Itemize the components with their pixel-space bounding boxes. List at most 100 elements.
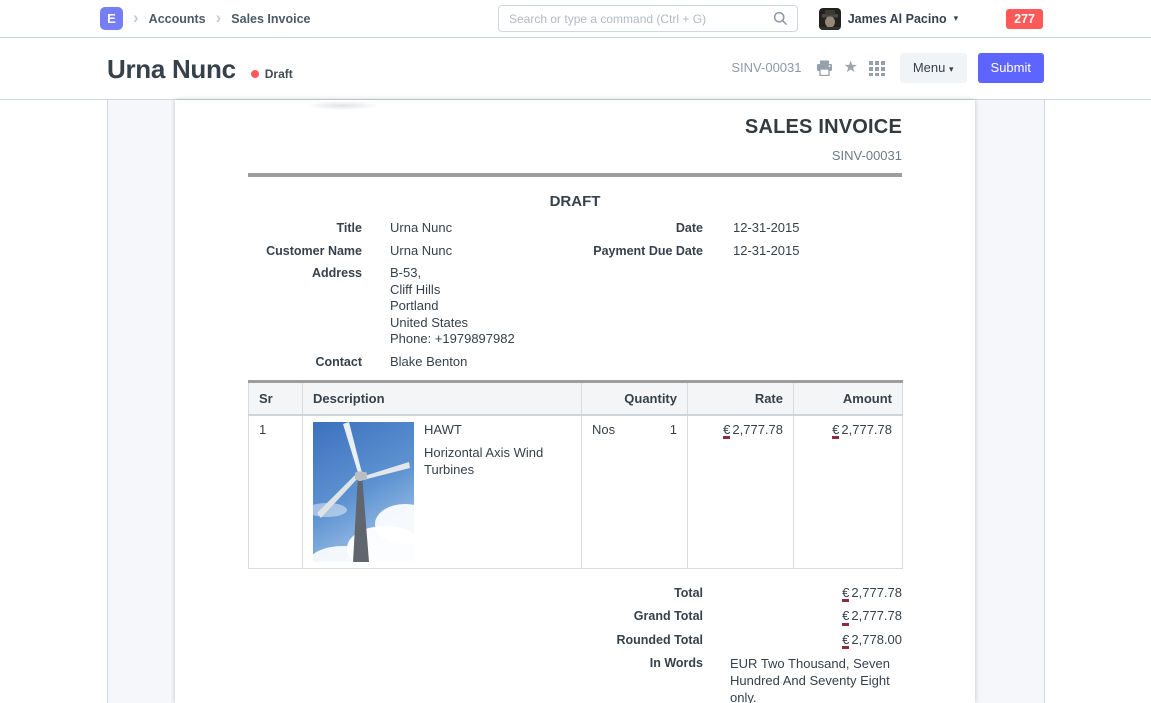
grid-icon[interactable]: [869, 60, 885, 76]
chevron-down-icon: ▾: [949, 64, 954, 74]
cell-quantity: Nos 1: [582, 415, 688, 569]
search-input[interactable]: [499, 12, 773, 26]
field-value: Urna Nunc: [390, 243, 452, 260]
print-icon[interactable]: [816, 60, 833, 76]
currency-symbol: €: [842, 586, 849, 602]
in-words-row: In Words EUR Two Thousand, Seven Hundred…: [248, 655, 902, 703]
main-content: SALES INVOICE SINV-00031 DRAFT Title Urn…: [0, 100, 1151, 703]
page-head: Urna Nunc Draft SINV-00031 ★ Menu ▾ Subm…: [0, 38, 1151, 100]
breadcrumb: E › Accounts › Sales Invoice: [100, 0, 311, 37]
items-table: Sr Description Quantity Rate Amount 1: [248, 380, 903, 569]
field-title: Title Urna Nunc: [248, 220, 575, 237]
notifications-badge[interactable]: 277: [1006, 9, 1043, 29]
invoice-heading: SALES INVOICE: [248, 116, 902, 139]
invoice-number: SINV-00031: [248, 148, 902, 163]
cell-rate: €2,777.78: [688, 415, 794, 569]
field-payment-due-date: Payment Due Date 12-31-2015: [575, 243, 902, 260]
doc-id: SINV-00031: [731, 60, 801, 75]
search-icon[interactable]: [773, 11, 788, 26]
invoice-details: Title Urna Nunc Customer Name Urna Nunc …: [248, 220, 902, 376]
section-divider: [248, 173, 902, 177]
currency-symbol: €: [842, 609, 849, 625]
total-label: In Words: [248, 655, 703, 703]
details-left-column: Title Urna Nunc Customer Name Urna Nunc …: [248, 220, 575, 376]
item-rate: 2,777.78: [732, 422, 783, 437]
total-label: Total: [248, 585, 703, 602]
currency-symbol: €: [832, 423, 839, 439]
total-label: Grand Total: [248, 608, 703, 625]
field-contact: Contact Blake Benton: [248, 354, 575, 371]
user-menu[interactable]: James Al Pacino ▾: [819, 8, 958, 30]
currency-symbol: €: [723, 423, 730, 439]
field-label: Payment Due Date: [575, 243, 703, 260]
items-table-header: Sr Description Quantity Rate Amount: [249, 382, 903, 416]
item-amount: 2,777.78: [841, 422, 892, 437]
breadcrumb-accounts[interactable]: Accounts: [149, 12, 206, 26]
total-value: €2,778.00: [703, 632, 902, 649]
navbar-right: James Al Pacino ▾ 277: [819, 0, 1043, 37]
grand-total-row: Grand Total €2,777.78: [248, 608, 902, 625]
column-header-rate: Rate: [688, 382, 794, 416]
field-address: Address B-53, Cliff Hills Portland Unite…: [248, 265, 575, 348]
column-header-amount: Amount: [794, 382, 903, 416]
total-value: €2,777.78: [703, 608, 902, 625]
user-name: James Al Pacino: [848, 12, 947, 26]
letterhead-smudge: [305, 101, 380, 110]
address-line: Phone: +1979897982: [390, 331, 515, 348]
field-value: B-53, Cliff Hills Portland United States…: [390, 265, 515, 348]
currency-symbol: €: [842, 633, 849, 649]
cell-sr: 1: [249, 415, 303, 569]
page-title: Urna Nunc: [107, 54, 236, 85]
total-amount: 2,777.78: [851, 585, 902, 600]
item-qty: 1: [670, 422, 677, 437]
column-header-description: Description: [303, 382, 582, 416]
total-amount: 2,778.00: [851, 632, 902, 647]
totals-section: Total €2,777.78 Grand Total €2,777.78 Ro…: [248, 585, 902, 703]
address-line: Cliff Hills: [390, 282, 515, 299]
submit-button[interactable]: Submit: [978, 53, 1044, 83]
field-value: Blake Benton: [390, 354, 467, 371]
field-value: 12-31-2015: [733, 220, 800, 237]
address-line: Portland: [390, 298, 515, 315]
item-description: Horizontal Axis Wind Turbines: [424, 444, 556, 478]
field-label: Contact: [248, 354, 362, 371]
print-preview-paper: SALES INVOICE SINV-00031 DRAFT Title Urn…: [175, 100, 975, 703]
avatar: [819, 8, 841, 30]
breadcrumb-sales-invoice[interactable]: Sales Invoice: [231, 12, 310, 26]
status-dot-icon: [251, 70, 259, 78]
invoice-status-heading: DRAFT: [248, 193, 902, 210]
menu-button-label: Menu: [913, 60, 946, 75]
field-label: Date: [575, 220, 703, 237]
chevron-down-icon: ▾: [954, 13, 959, 24]
field-date: Date 12-31-2015: [575, 220, 902, 237]
field-label: Title: [248, 220, 362, 237]
column-header-sr: Sr: [249, 382, 303, 416]
in-words-value: EUR Two Thousand, Seven Hundred And Seve…: [703, 655, 902, 703]
field-label: Customer Name: [248, 243, 362, 260]
item-uom: Nos: [592, 422, 615, 437]
menu-button[interactable]: Menu ▾: [900, 53, 967, 83]
item-name: HAWT: [424, 422, 556, 437]
cell-amount: €2,777.78: [794, 415, 903, 569]
app-logo[interactable]: E: [100, 7, 123, 30]
details-right-column: Date 12-31-2015 Payment Due Date 12-31-2…: [575, 220, 902, 376]
total-row: Total €2,777.78: [248, 585, 902, 602]
star-icon[interactable]: ★: [844, 60, 858, 76]
cell-description: HAWT Horizontal Axis Wind Turbines: [303, 415, 582, 569]
field-customer-name: Customer Name Urna Nunc: [248, 243, 575, 260]
wind-turbine-photo: [313, 422, 414, 562]
total-amount: 2,777.78: [851, 608, 902, 623]
total-label: Rounded Total: [248, 632, 703, 649]
field-value: 12-31-2015: [733, 243, 800, 260]
total-value: €2,777.78: [703, 585, 902, 602]
field-value: Urna Nunc: [390, 220, 452, 237]
rounded-total-row: Rounded Total €2,778.00: [248, 632, 902, 649]
chevron-right-icon: ›: [133, 9, 139, 26]
chevron-right-icon: ›: [216, 9, 222, 26]
status-badge: Draft: [251, 67, 293, 81]
global-search: [498, 5, 798, 32]
navbar: E › Accounts › Sales Invoice James Al Pa…: [0, 0, 1151, 38]
address-line: B-53,: [390, 265, 515, 282]
address-line: United States: [390, 315, 515, 332]
column-header-quantity: Quantity: [582, 382, 688, 416]
